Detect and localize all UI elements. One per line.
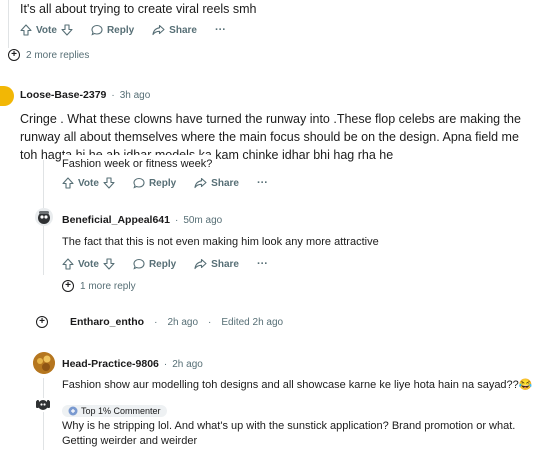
- vote-label: Vote: [36, 24, 57, 36]
- comment-header: Head-Practice-9806 · 2h ago: [62, 358, 203, 370]
- reply-icon: [133, 258, 145, 270]
- avatar[interactable]: [0, 86, 14, 106]
- share-button[interactable]: Share: [194, 177, 239, 189]
- upvote-icon[interactable]: [62, 177, 74, 189]
- comment-body: It's all about trying to create viral re…: [20, 2, 257, 16]
- downvote-icon[interactable]: [103, 177, 115, 189]
- upvote-icon[interactable]: [62, 258, 74, 270]
- more-options-button[interactable]: ···: [257, 258, 268, 270]
- more-replies-label: 1 more reply: [80, 280, 136, 292]
- edited-label: Edited 2h ago: [221, 316, 284, 328]
- share-label: Share: [169, 24, 197, 36]
- expand-icon: +: [8, 49, 20, 61]
- vote-label: Vote: [78, 258, 99, 270]
- separator-dot: ·: [174, 214, 179, 226]
- username[interactable]: Loose-Base-2379: [20, 89, 106, 101]
- avatar-image: [33, 352, 55, 374]
- share-button[interactable]: Share: [194, 258, 239, 270]
- share-icon: [194, 177, 207, 189]
- downvote-icon[interactable]: [61, 24, 73, 36]
- vote-button[interactable]: Vote: [62, 177, 115, 189]
- upvote-icon[interactable]: [20, 24, 32, 36]
- share-icon: [194, 258, 207, 270]
- username[interactable]: Beneficial_Appeal641: [62, 214, 170, 226]
- comment-actions: Vote Reply Share ···: [20, 24, 244, 36]
- comment-actions: Vote Reply Share ···: [62, 177, 286, 189]
- share-button[interactable]: Share: [152, 24, 197, 36]
- separator-dot: ·: [208, 316, 212, 328]
- reply-label: Reply: [106, 24, 135, 36]
- reply-icon: [91, 24, 103, 36]
- separator-dot: ·: [163, 358, 168, 370]
- timestamp: 2h ago: [167, 316, 199, 328]
- expand-icon: +: [62, 280, 74, 292]
- expand-icon[interactable]: +: [36, 316, 48, 328]
- username[interactable]: Entharo_entho: [70, 316, 144, 328]
- username[interactable]: Head-Practice-9806: [62, 358, 159, 370]
- vote-button[interactable]: Vote: [62, 258, 115, 270]
- comment-body: Why is he stripping lol. And what's up w…: [62, 420, 516, 447]
- reply-label: Reply: [148, 258, 177, 270]
- vote-label: Vote: [78, 177, 99, 189]
- avatar-image: [38, 211, 50, 224]
- badge-icon: [68, 406, 78, 416]
- comment-header: Loose-Base-2379 · 3h ago: [20, 89, 150, 101]
- more-replies-button[interactable]: + 1 more reply: [62, 280, 136, 292]
- timestamp: 3h ago: [119, 89, 151, 101]
- comment-body: Fashion week or fitness week?: [62, 155, 213, 173]
- more-options-button[interactable]: ···: [215, 24, 226, 36]
- avatar[interactable]: [35, 398, 51, 412]
- avatar[interactable]: [33, 352, 55, 374]
- comment-body: Fashion show aur modelling toh designs a…: [62, 379, 533, 391]
- collapsed-comment[interactable]: + Entharo_entho · 2h ago · Edited 2h ago: [36, 316, 283, 328]
- share-icon: [152, 24, 165, 36]
- reply-button[interactable]: Reply: [133, 258, 176, 270]
- separator-dot: ·: [111, 89, 115, 101]
- separator-dot: ·: [154, 316, 158, 328]
- thread-line: [43, 378, 44, 450]
- comment-body: The fact that this is not even making hi…: [62, 236, 379, 248]
- reply-icon: [133, 177, 145, 189]
- comment-actions: Vote Reply Share ···: [62, 258, 286, 270]
- vote-button[interactable]: Vote: [20, 24, 73, 36]
- more-options-button[interactable]: ···: [257, 177, 268, 189]
- reply-button[interactable]: Reply: [91, 24, 134, 36]
- more-replies-button[interactable]: + 2 more replies: [8, 49, 89, 61]
- reply-label: Reply: [148, 177, 177, 189]
- reply-button[interactable]: Reply: [133, 177, 176, 189]
- avatar-image: [36, 400, 50, 410]
- badge-label: Top 1% Commenter: [81, 406, 161, 416]
- share-label: Share: [211, 258, 239, 270]
- timestamp: 50m ago: [183, 214, 223, 226]
- timestamp: 2h ago: [172, 358, 203, 370]
- avatar[interactable]: [35, 208, 53, 226]
- thread-line: [8, 0, 9, 48]
- more-replies-label: 2 more replies: [26, 49, 90, 61]
- comment-header: Beneficial_Appeal641 · 50m ago: [62, 214, 222, 226]
- downvote-icon[interactable]: [103, 258, 115, 270]
- share-label: Share: [211, 177, 239, 189]
